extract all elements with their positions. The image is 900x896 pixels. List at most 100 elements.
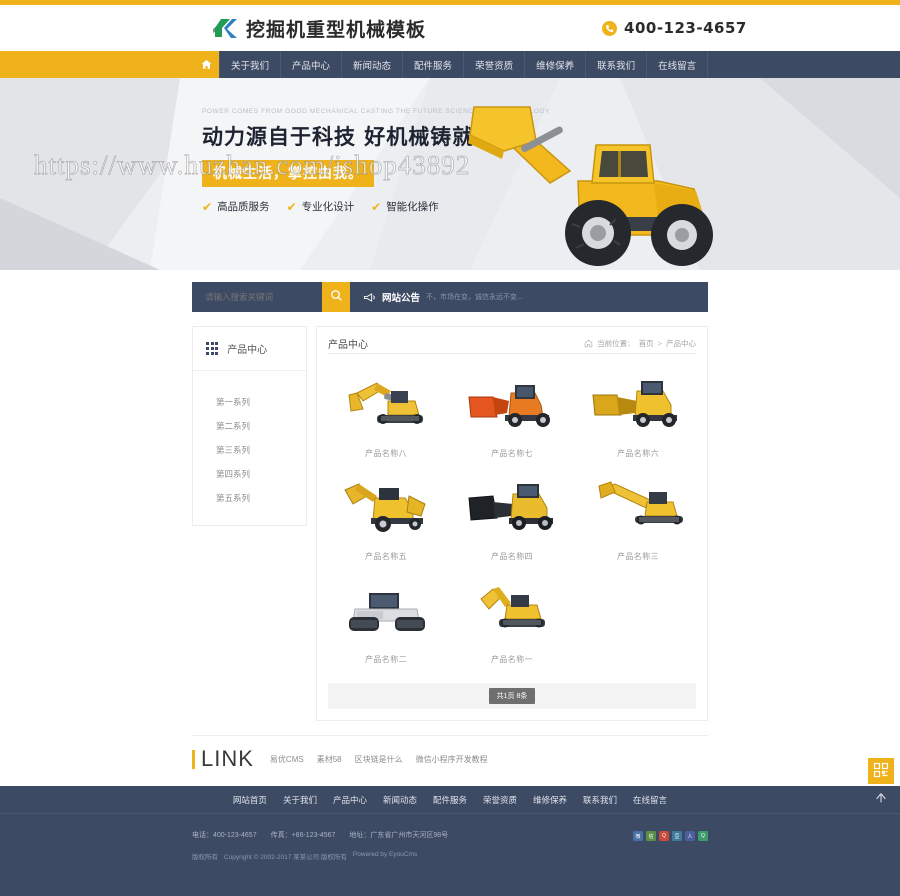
product-card[interactable]: 产品名称一 — [449, 568, 575, 671]
breadcrumb-label: 当前位置： — [597, 338, 635, 348]
product-image — [332, 576, 440, 644]
product-card[interactable]: 产品名称七 — [449, 362, 575, 465]
banner-feature-label: 高品质服务 — [217, 201, 270, 213]
home-small-icon — [584, 339, 593, 348]
nav-home-button[interactable] — [194, 51, 219, 78]
social-icons: 微 信 Q 豆 人 Q — [633, 831, 708, 841]
link-item-miniprogram[interactable]: 微信小程序开发教程 — [416, 754, 488, 765]
sidebar-item-series-4[interactable]: 第四系列 — [193, 462, 306, 486]
site-header: 挖掘机重型机械模板 400-123-4657 — [0, 5, 900, 51]
footer-nav-about[interactable]: 关于我们 — [283, 794, 317, 806]
main-content: 产品中心 第一系列 第二系列 第三系列 第四系列 第五系列 产品中心 当前位置：… — [192, 326, 708, 735]
nav-item-honors[interactable]: 荣誉资质 — [463, 51, 524, 78]
qrcode-button[interactable] — [868, 758, 894, 784]
search-input[interactable] — [192, 292, 322, 302]
product-image — [332, 370, 440, 438]
nav-item-label: 维修保养 — [536, 60, 575, 72]
friend-links: LINK 易优CMS 素材58 区块链是什么 微信小程序开发教程 — [192, 735, 708, 786]
link-item-blockchain[interactable]: 区块链是什么 — [355, 754, 403, 765]
weibo-icon[interactable]: 微 — [633, 831, 643, 841]
logo-text: 挖掘机重型机械模板 — [246, 18, 427, 41]
sidebar-list: 第一系列 第二系列 第三系列 第四系列 第五系列 — [193, 371, 306, 525]
nav-item-label: 新闻动态 — [353, 60, 392, 72]
banner-feature: ✔ 智能化操作 — [371, 199, 439, 214]
wechat-icon[interactable]: 信 — [646, 831, 656, 841]
link-item-eyoucms[interactable]: 易优CMS — [270, 754, 304, 765]
product-image — [458, 576, 566, 644]
banner-feature-label: 智能化操作 — [386, 201, 439, 213]
nav-item-contact[interactable]: 联系我们 — [585, 51, 646, 78]
nav-item-maintenance[interactable]: 维修保养 — [524, 51, 585, 78]
links-list: 易优CMS 素材58 区块链是什么 微信小程序开发教程 — [270, 754, 488, 765]
logo[interactable]: 挖掘机重型机械模板 — [212, 15, 426, 42]
footer-nav-maintenance[interactable]: 维修保养 — [533, 794, 567, 806]
home-icon — [201, 59, 212, 70]
footer-copyright: Copyright © 2002-2017 某某公司 版权所有 — [224, 854, 347, 861]
product-list-panel: 产品中心 当前位置： 首页 > 产品中心 产品名称八 产品名称七 产品名称六 产… — [316, 326, 708, 721]
float-side-widget — [866, 758, 896, 810]
footer-copyright-prefix: 版权所有 — [192, 854, 218, 861]
sidebar-item-label: 第五系列 — [216, 493, 251, 503]
link-item-sucai58[interactable]: 素材58 — [317, 754, 342, 765]
footer-nav-home[interactable]: 网站首页 — [233, 794, 267, 806]
nav-item-label: 关于我们 — [231, 60, 270, 72]
product-name: 产品名称三 — [617, 552, 659, 561]
phone-icon — [602, 20, 618, 36]
product-name: 产品名称二 — [365, 655, 407, 664]
sidebar-item-series-5[interactable]: 第五系列 — [193, 486, 306, 510]
sidebar-item-series-3[interactable]: 第三系列 — [193, 438, 306, 462]
site-footer: 网站首页 关于我们 产品中心 新闻动态 配件服务 荣誉资质 维修保养 联系我们 … — [0, 786, 900, 896]
back-to-top-button[interactable] — [868, 788, 894, 810]
renren-icon[interactable]: 人 — [685, 831, 695, 841]
nav-item-message[interactable]: 在线留言 — [646, 51, 709, 78]
links-title-wrap: LINK — [192, 746, 254, 772]
footer-nav-news[interactable]: 新闻动态 — [383, 794, 417, 806]
qq-icon[interactable]: Q — [698, 831, 708, 841]
product-name: 产品名称八 — [365, 449, 407, 458]
product-card[interactable]: 产品名称六 — [575, 362, 701, 465]
nav-item-parts-service[interactable]: 配件服务 — [402, 51, 463, 78]
megaphone-icon — [363, 292, 376, 303]
product-name: 产品名称五 — [365, 552, 407, 561]
nav-item-about[interactable]: 关于我们 — [219, 51, 280, 78]
nav-item-news[interactable]: 新闻动态 — [341, 51, 402, 78]
footer-nav-contact[interactable]: 联系我们 — [583, 794, 617, 806]
sidebar-item-series-2[interactable]: 第二系列 — [193, 414, 306, 438]
arrow-up-icon — [874, 791, 888, 808]
footer-nav-parts[interactable]: 配件服务 — [433, 794, 467, 806]
nav-item-label: 配件服务 — [414, 60, 453, 72]
footer-nav-honors[interactable]: 荣誉资质 — [483, 794, 517, 806]
douban-icon[interactable]: 豆 — [672, 831, 682, 841]
banner-feature: ✔ 高品质服务 — [202, 199, 270, 214]
breadcrumb-home-link[interactable]: 首页 — [639, 338, 654, 349]
pagination-info-button[interactable]: 共1页 8条 — [488, 688, 536, 704]
footer-phone: 电话：400-123-4657 — [192, 832, 257, 839]
pagination: 共1页 8条 — [328, 683, 696, 709]
sidebar-item-label: 第一系列 — [216, 397, 251, 407]
search-band: 网站公告 不，市场在变，诚信永远不变... — [0, 270, 900, 326]
sidebar-item-label: 第三系列 — [216, 445, 251, 455]
product-image — [458, 370, 566, 438]
sidebar-item-series-1[interactable]: 第一系列 — [193, 390, 306, 414]
product-image — [584, 370, 692, 438]
nav-items: 关于我们 产品中心 新闻动态 配件服务 荣誉资质 维修保养 联系我们 在线留言 — [219, 51, 709, 78]
product-card[interactable]: 产品名称三 — [575, 465, 701, 568]
product-card[interactable]: 产品名称五 — [323, 465, 449, 568]
footer-inner: 电话：400-123-4657 传真：+86-123-4567 地址：广东省广州… — [192, 830, 708, 861]
site-notice[interactable]: 网站公告 不，市场在变，诚信永远不变... — [350, 282, 708, 312]
nav-item-products[interactable]: 产品中心 — [280, 51, 341, 78]
footer-nav-message[interactable]: 在线留言 — [633, 794, 667, 806]
product-card[interactable]: 产品名称二 — [323, 568, 449, 671]
product-grid-spacer — [575, 568, 701, 671]
banner-feature-label: 专业化设计 — [301, 201, 355, 213]
nav-item-label: 在线留言 — [658, 60, 697, 72]
search-button[interactable] — [322, 282, 350, 312]
product-image — [584, 473, 692, 541]
qrcode-icon — [873, 762, 889, 781]
qzone-icon[interactable]: Q — [659, 831, 669, 841]
footer-nav-products[interactable]: 产品中心 — [333, 794, 367, 806]
product-card[interactable]: 产品名称四 — [449, 465, 575, 568]
check-icon: ✔ — [202, 199, 213, 214]
banner-feature: ✔ 专业化设计 — [287, 199, 355, 214]
product-card[interactable]: 产品名称八 — [323, 362, 449, 465]
